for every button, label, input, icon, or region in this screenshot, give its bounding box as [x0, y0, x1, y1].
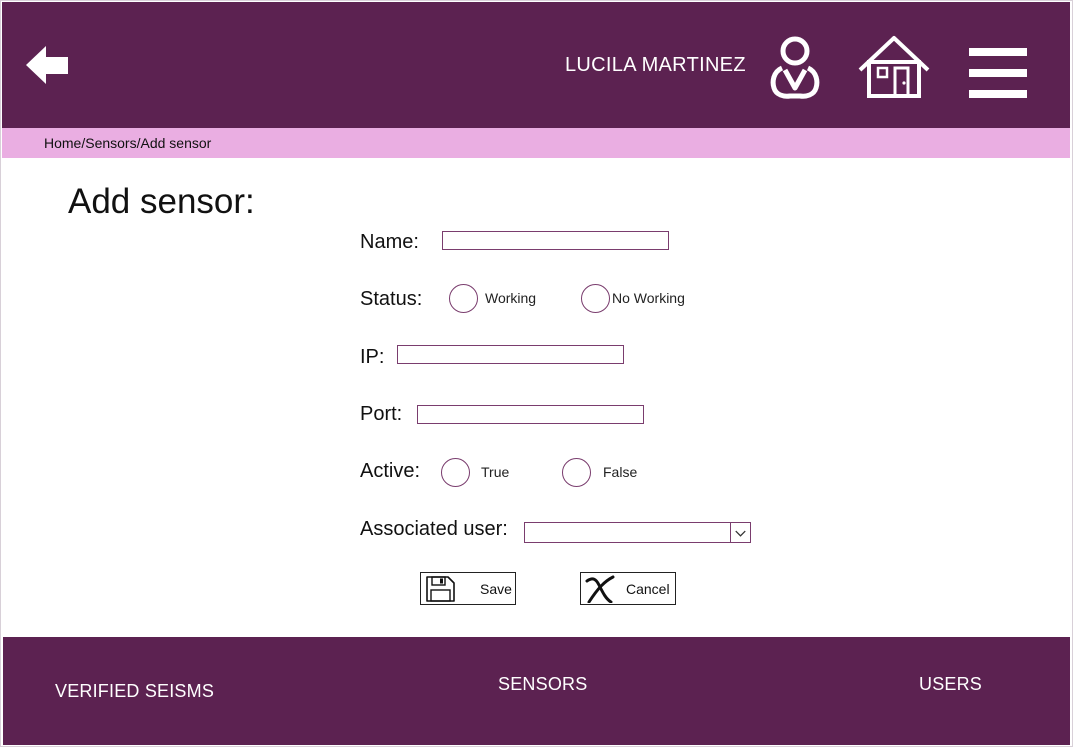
associated-user-label: Associated user:: [360, 518, 508, 540]
home-icon[interactable]: [856, 34, 932, 100]
status-no-working-radio[interactable]: [581, 284, 610, 313]
footer-nav-sensors[interactable]: SENSORS: [498, 674, 587, 695]
floppy-disk-icon: [426, 576, 455, 602]
footer-nav: VERIFIED SEISMS SENSORS USERS: [3, 637, 1070, 745]
associated-user-select[interactable]: [524, 522, 751, 543]
hamburger-menu-icon[interactable]: [968, 48, 1028, 98]
chevron-down-icon[interactable]: [730, 523, 750, 542]
status-working-radio[interactable]: [449, 284, 478, 313]
user-icon[interactable]: [768, 34, 822, 100]
status-no-working-label: No Working: [612, 290, 685, 306]
active-true-label: True: [481, 464, 510, 480]
cancel-button-label: Cancel: [626, 581, 670, 597]
ip-label: IP:: [360, 346, 385, 368]
breadcrumb-text[interactable]: Home/Sensors/Add sensor: [44, 135, 211, 151]
status-label: Status:: [360, 288, 423, 310]
active-false-label: False: [603, 464, 638, 480]
name-label: Name:: [360, 231, 419, 253]
user-name: LUCILA MARTINEZ: [565, 54, 746, 76]
active-true-radio[interactable]: [441, 458, 470, 487]
port-input[interactable]: [417, 405, 644, 424]
port-label: Port:: [360, 403, 403, 425]
footer-nav-users[interactable]: USERS: [919, 674, 982, 695]
ip-input[interactable]: [397, 345, 624, 364]
status-working-label: Working: [485, 290, 537, 306]
active-false-radio[interactable]: [562, 458, 591, 487]
back-arrow-icon[interactable]: [24, 44, 70, 86]
name-input[interactable]: [442, 231, 669, 250]
header-bar: LUCILA MARTINEZ: [2, 2, 1070, 128]
active-label: Active:: [360, 460, 421, 482]
cancel-button[interactable]: Cancel: [580, 572, 676, 605]
save-button[interactable]: Save: [420, 572, 516, 605]
footer-nav-verified-seisms[interactable]: VERIFIED SEISMS: [55, 681, 214, 702]
breadcrumb: Home/Sensors/Add sensor: [2, 128, 1070, 158]
close-icon: [585, 575, 615, 603]
page-title: Add sensor:: [68, 182, 255, 221]
save-button-label: Save: [480, 581, 512, 597]
